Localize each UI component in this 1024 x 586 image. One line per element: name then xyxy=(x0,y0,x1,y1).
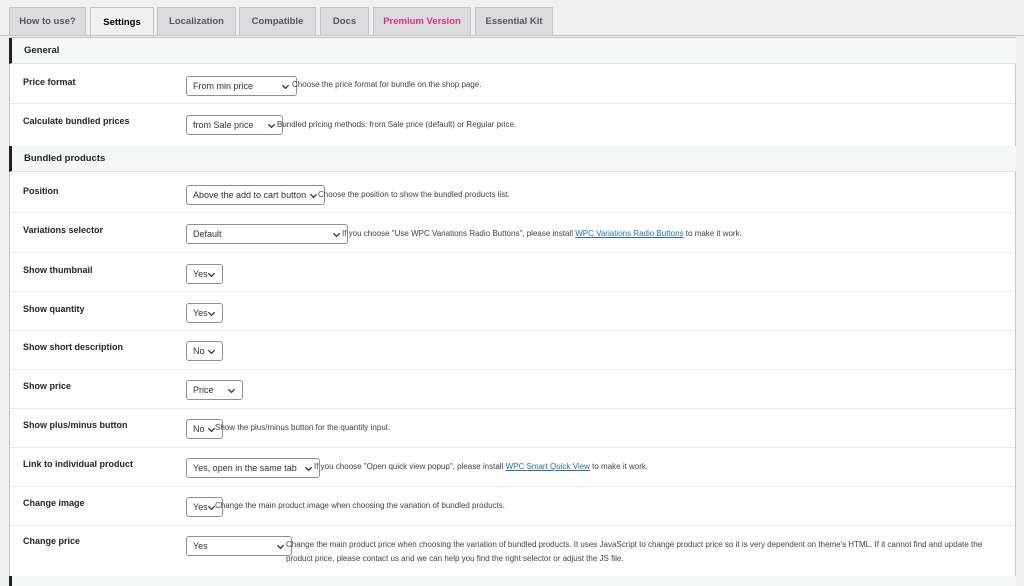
chevron-down-icon xyxy=(267,123,276,129)
chevron-down-icon xyxy=(309,193,318,199)
show-thumbnail-select[interactable]: Yes xyxy=(186,264,223,284)
row-price-format: Price format From min price Choose the p… xyxy=(10,64,1015,104)
chevron-down-icon xyxy=(304,466,313,472)
row-show-plus-minus-button: Show plus/minus button No Show the plus/… xyxy=(10,409,1015,448)
field-label: Show quantity xyxy=(23,304,85,314)
wpc-smart-quick-view-link[interactable]: WPC Smart Quick View xyxy=(506,462,590,471)
select-value: Default xyxy=(193,229,222,239)
chevron-down-icon xyxy=(227,388,236,394)
tabs-divider xyxy=(0,35,1024,36)
field-label: Variations selector xyxy=(23,225,104,235)
select-value: Yes xyxy=(193,541,208,551)
select-value: Price xyxy=(193,385,214,395)
tab-compatible[interactable]: Compatible xyxy=(239,7,316,35)
select-value: Yes xyxy=(193,269,208,279)
tab-essential-kit[interactable]: Essential Kit xyxy=(475,7,553,35)
tab-how-to-use[interactable]: How to use? xyxy=(9,7,86,35)
tab-settings[interactable]: Settings xyxy=(90,7,154,37)
field-label: Show plus/minus button xyxy=(23,420,128,430)
row-change-image: Change image Yes Change the main product… xyxy=(10,487,1015,526)
field-label: Change image xyxy=(23,498,85,508)
field-description: Choose the price format for bundle on th… xyxy=(292,80,482,89)
position-select[interactable]: Above the add to cart button xyxy=(186,185,325,205)
field-label: Link to individual product xyxy=(23,459,133,469)
field-description: If you choose "Use WPC Variations Radio … xyxy=(342,229,742,238)
chevron-down-icon xyxy=(332,232,341,238)
field-label: Calculate bundled prices xyxy=(23,116,130,126)
section-general: General xyxy=(9,38,1016,64)
change-price-select[interactable]: Yes xyxy=(186,536,292,556)
field-label: Show thumbnail xyxy=(23,265,93,275)
link-individual-product-select[interactable]: Yes, open in the same tab xyxy=(186,458,320,478)
row-show-quantity: Show quantity Yes xyxy=(10,292,1015,331)
tab-premium-version[interactable]: Premium Version xyxy=(373,7,471,35)
field-label: Position xyxy=(23,186,59,196)
description-text: to make it work. xyxy=(685,229,742,238)
field-description: Bundled pricing methods: from Sale price… xyxy=(277,120,517,129)
field-description: Change the main product image when choos… xyxy=(215,501,505,510)
field-label: Show short description xyxy=(23,342,124,352)
row-variations-selector: Variations selector Default If you choos… xyxy=(10,213,1015,253)
tab-docs[interactable]: Docs xyxy=(320,7,369,35)
row-position: Position Above the add to cart button Ch… xyxy=(10,172,1015,213)
show-short-description-select[interactable]: No xyxy=(186,341,223,361)
field-description: Show the plus/minus button for the quant… xyxy=(215,423,391,432)
variations-selector-select[interactable]: Default xyxy=(186,224,348,244)
next-section-edge xyxy=(9,576,1016,586)
field-label: Change price xyxy=(23,536,81,546)
select-value: Yes xyxy=(193,502,208,512)
row-change-price: Change price Yes Change the main product… xyxy=(10,526,1015,576)
description-text: If you choose "Open quick view popup", p… xyxy=(314,462,504,471)
field-description: Change the main product price when choos… xyxy=(286,540,983,563)
field-label: Show price xyxy=(23,381,72,391)
select-value: No xyxy=(193,424,205,434)
show-price-select[interactable]: Price xyxy=(186,380,243,400)
tab-localization[interactable]: Localization xyxy=(157,7,236,35)
chevron-down-icon xyxy=(207,311,216,317)
row-calculate-bundled-prices: Calculate bundled prices from Sale price… xyxy=(10,104,1015,145)
section-bundled-products: Bundled products xyxy=(9,146,1016,172)
description-text: to make it work. xyxy=(592,462,649,471)
select-value: From min price xyxy=(193,81,254,91)
select-value: from Sale price xyxy=(193,120,254,130)
row-link-to-individual-product: Link to individual product Yes, open in … xyxy=(10,448,1015,487)
wpc-variations-radio-buttons-link[interactable]: WPC Variations Radio Buttons xyxy=(575,229,683,238)
select-value: No xyxy=(193,346,205,356)
chevron-down-icon xyxy=(207,349,216,355)
chevron-down-icon xyxy=(281,84,290,90)
select-value: Above the add to cart button xyxy=(193,190,307,200)
show-quantity-select[interactable]: Yes xyxy=(186,303,223,323)
row-show-short-description: Show short description No xyxy=(10,331,1015,370)
section-title: Bundled products xyxy=(24,153,106,164)
select-value: Yes xyxy=(193,308,208,318)
price-format-select[interactable]: From min price xyxy=(186,76,297,96)
field-label: Price format xyxy=(23,77,76,87)
field-description: Choose the position to show the bundled … xyxy=(318,190,510,199)
chevron-down-icon xyxy=(276,544,285,550)
description-text: If you choose "Use WPC Variations Radio … xyxy=(342,229,573,238)
field-description: If you choose "Open quick view popup", p… xyxy=(314,462,648,471)
chevron-down-icon xyxy=(207,272,216,278)
calculate-prices-select[interactable]: from Sale price xyxy=(186,115,283,135)
section-title: General xyxy=(24,45,60,56)
settings-tabs: How to use? Settings Localization Compat… xyxy=(0,7,1024,37)
select-value: Yes, open in the same tab xyxy=(193,463,297,473)
row-show-thumbnail: Show thumbnail Yes xyxy=(10,253,1015,292)
row-show-price: Show price Price xyxy=(10,370,1015,409)
